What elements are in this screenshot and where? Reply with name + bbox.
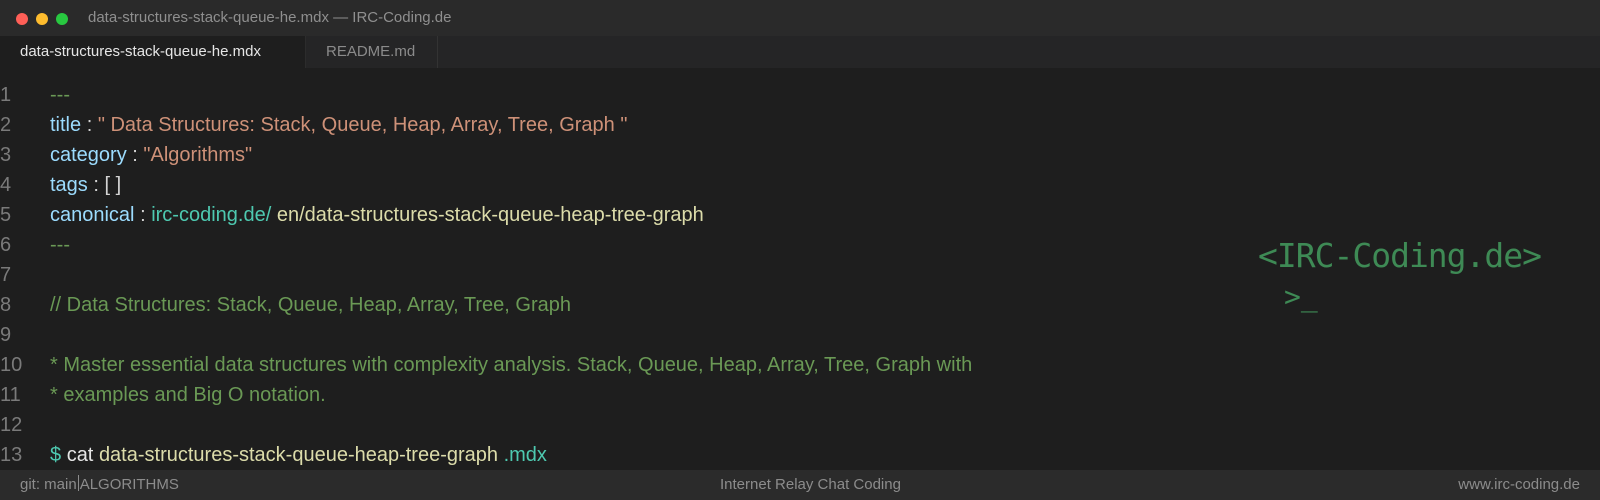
line-number: 8	[0, 294, 12, 316]
frontmatter-separator: :	[93, 174, 99, 196]
title-bar: data-structures-stack-queue-he.mdx — IRC…	[0, 0, 1600, 36]
irc-coding-logo: <IRC-Coding.de>	[1258, 236, 1542, 275]
terminal-cursor-icon: >_	[1284, 280, 1318, 313]
line-number: 11	[0, 384, 21, 406]
comment-line: // Data Structures: Stack, Queue, Heap, …	[50, 294, 571, 316]
command-extension: .mdx	[503, 444, 547, 466]
maximize-window-button[interactable]	[56, 13, 68, 25]
canonical-path: en/data-structures-stack-queue-heap-tree…	[276, 204, 704, 226]
line-number: 6	[0, 234, 12, 256]
shell-command: cat	[66, 444, 94, 466]
frontmatter-key-category: category	[50, 144, 127, 166]
frontmatter-separator: :	[132, 144, 138, 166]
line-number: 5	[0, 204, 12, 226]
line-number: 9	[0, 324, 12, 346]
frontmatter-key-canonical: canonical	[50, 204, 135, 226]
website-link[interactable]: www.irc-coding.de	[1458, 470, 1580, 500]
git-branch-status[interactable]: git: main	[20, 476, 77, 493]
description-line: * Master essential data structures with …	[50, 354, 973, 376]
shell-prompt: $	[50, 444, 62, 466]
frontmatter-value-title: " Data Structures: Stack, Queue, Heap, A…	[97, 114, 628, 136]
frontmatter-value-category: "Algorithms"	[143, 144, 253, 166]
line-number: 4	[0, 174, 12, 196]
close-window-button[interactable]	[16, 13, 28, 25]
line-number: 3	[0, 144, 12, 166]
tab-readme[interactable]: README.md	[306, 36, 438, 68]
minimize-window-button[interactable]	[36, 13, 48, 25]
canonical-domain: irc-coding.de/	[151, 204, 272, 226]
status-divider	[77, 475, 79, 491]
frontmatter-value-tags: [ ]	[104, 174, 122, 196]
line-number: 12	[0, 414, 23, 436]
line-number: 7	[0, 264, 12, 286]
status-center-text: Internet Relay Chat Coding	[720, 476, 901, 493]
frontmatter-separator: :	[140, 204, 146, 226]
tab-bar: data-structures-stack-queue-he.mdx READM…	[0, 36, 1600, 68]
line-number: 2	[0, 114, 12, 136]
frontmatter-key-tags: tags	[50, 174, 88, 196]
line-number: 13	[0, 444, 23, 466]
frontmatter-delimiter: ---	[50, 84, 70, 106]
description-line: * examples and Big O notation.	[50, 384, 326, 406]
frontmatter-separator: :	[86, 114, 93, 136]
command-filename: data-structures-stack-queue-heap-tree-gr…	[98, 444, 499, 466]
line-number: 1	[0, 84, 12, 106]
section-status: ALGORITHMS	[79, 476, 179, 493]
frontmatter-delimiter: ---	[50, 234, 70, 256]
window-title: data-structures-stack-queue-he.mdx — IRC…	[88, 9, 452, 26]
frontmatter-key-title: title	[50, 114, 82, 136]
tab-data-structures-mdx[interactable]: data-structures-stack-queue-he.mdx	[0, 36, 306, 68]
status-bar: git: main ALGORITHMS Internet Relay Chat …	[0, 470, 1600, 500]
line-number: 10	[0, 354, 23, 376]
